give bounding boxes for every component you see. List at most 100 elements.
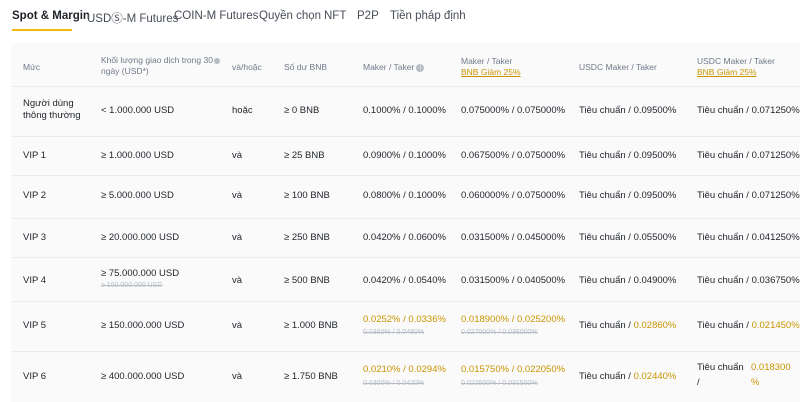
row-usdc-bnb-value: 0.018300 — [751, 362, 791, 373]
row-maker-taker-bnb: 0.031500% / 0.045000% — [461, 232, 566, 243]
usdc-bnb-label: Tiêu chuẩn — [697, 105, 744, 116]
row-usdc: Tiêu chuẩn / 0.09500% — [579, 190, 677, 201]
row-usdc-bnb: Tiêu chuẩn / 0.036750% — [697, 275, 800, 286]
header-level: Mức — [23, 62, 41, 72]
header-bnb-balance: Số dư BNB — [284, 62, 328, 72]
row-bnb: ≥ 1.000 BNB — [284, 320, 338, 331]
row-level: VIP 2 — [23, 190, 47, 201]
usdc-label: Tiêu chuẩn — [579, 232, 626, 243]
row-level: VIP 6 — [23, 371, 47, 382]
row-maker-taker-bnb: 0.018900% / 0.025200% — [461, 314, 566, 325]
usdc-label: Tiêu chuẩn — [579, 371, 626, 382]
usdc-bnb-value: 0.071250% — [751, 190, 800, 201]
row-usdc-bnb: Tiêu chuẩn / 0.071250% — [697, 150, 800, 161]
row-usdc: Tiêu chuẩn / 0.09500% — [579, 150, 677, 161]
row-level: Người dùng thông thường — [23, 98, 81, 121]
header-usdc-maker-taker-bnb: USDC Maker / Taker BNB Giảm 25% — [697, 56, 775, 78]
row-andor: và — [232, 150, 243, 161]
row-volume: ≥ 150.000.000 USD — [101, 320, 185, 331]
table-row: VIP 4 ≥ 75.000.000 USD ≥ 100.000.000 USD… — [11, 257, 800, 301]
row-volume: ≥ 400.000.000 USD — [101, 371, 185, 382]
row-maker-taker-bnb: 0.060000% / 0.075000% — [461, 190, 566, 201]
table-row: VIP 3 ≥ 20.000.000 USD và ≥ 250 BNB 0.04… — [11, 218, 800, 257]
row-usdc: Tiêu chuẩn / 0.02860% — [579, 320, 677, 331]
row-usdc-bnb: Tiêu chuẩn / 0.021450% — [697, 320, 800, 331]
row-bnb: ≥ 100 BNB — [284, 190, 330, 201]
usdc-value: 0.09500% — [633, 105, 677, 116]
fee-tabs: Spot & Margin USDⓈ-M Futures COIN-M Futu… — [0, 0, 800, 34]
row-level: VIP 5 — [23, 320, 47, 331]
row-maker-taker: 0.0252% / 0.0336% — [363, 314, 446, 325]
header-andor: và/hoặc — [232, 62, 262, 72]
header-volume: Khối lượng giao dịch trong 30 ngày (USD*… — [101, 55, 220, 77]
table-row: VIP 6 ≥ 400.000.000 USD và ≥ 1.750 BNB 0… — [11, 351, 800, 402]
row-usdc-bnb: Tiêu chuẩn / 0.071250% — [697, 190, 800, 201]
row-bnb: ≥ 250 BNB — [284, 232, 330, 243]
header-volume-line2: ngày (USD*) — [101, 66, 149, 76]
row-maker-taker-bnb-old: 0.027000% / 0.036000% — [461, 329, 538, 336]
row-maker-taker-bnb: 0.067500% / 0.075000% — [461, 150, 566, 161]
usdc-label: Tiêu chuẩn — [579, 275, 626, 286]
row-usdc: Tiêu chuẩn / 0.04900% — [579, 275, 677, 286]
tab-options[interactable]: Quyền chọn — [259, 10, 321, 22]
row-maker-taker: 0.1000% / 0.1000% — [363, 105, 446, 116]
tab-nft[interactable]: NFT — [324, 10, 346, 22]
row-level: VIP 4 — [23, 275, 47, 286]
row-maker-taker: 0.0420% / 0.0600% — [363, 232, 446, 243]
tab-fiat[interactable]: Tiền pháp định — [390, 10, 466, 22]
usdc-bnb-value: 0.036750% — [751, 275, 800, 286]
row-andor: và — [232, 371, 243, 382]
usdc-value: 0.02860% — [633, 320, 677, 331]
row-maker-taker: 0.0800% / 0.1000% — [363, 190, 446, 201]
header-maker-taker-bnb-label: Maker / Taker — [461, 56, 513, 66]
row-andor: và — [232, 190, 243, 201]
header-usdc-maker-taker: USDC Maker / Taker — [579, 62, 657, 72]
row-usdc: Tiêu chuẩn / 0.09500% — [579, 105, 677, 116]
row-maker-taker-bnb: 0.015750% / 0.022050% — [461, 364, 566, 375]
usdc-label: Tiêu chuẩn — [579, 150, 626, 161]
header-volume-line1: Khối lượng giao dịch trong 30 — [101, 55, 213, 65]
usdc-bnb-value: 0.071250% — [751, 150, 800, 161]
tab-spot-margin[interactable]: Spot & Margin — [12, 10, 90, 22]
table-row: VIP 5 ≥ 150.000.000 USD và ≥ 1.000 BNB 0… — [11, 301, 800, 351]
row-usdc: Tiêu chuẩn / 0.05500% — [579, 232, 677, 243]
row-bnb: ≥ 0 BNB — [284, 105, 320, 116]
header-maker-taker-label: Maker / Taker — [363, 62, 415, 72]
usdc-bnb-label: Tiêu chuẩn — [697, 232, 744, 243]
row-bnb: ≥ 25 BNB — [284, 150, 325, 161]
row-volume: ≥ 1.000.000 USD — [101, 150, 174, 161]
header-usdc-bnb-label: USDC Maker / Taker — [697, 56, 775, 66]
row-andor: hoặc — [232, 105, 253, 116]
row-usdc-bnb: Tiêu chuẩn / 0.071250% — [697, 105, 800, 116]
usdc-value: 0.02440% — [633, 371, 677, 382]
usdc-bnb-label: Tiêu chuẩn — [697, 275, 744, 286]
row-maker-taker: 0.0900% / 0.1000% — [363, 150, 446, 161]
row-andor: và — [232, 320, 243, 331]
header-maker-taker: Maker / Taker i — [363, 62, 425, 73]
tab-usds-m-futures[interactable]: USDⓈ-M Futures — [87, 10, 178, 26]
tab-coin-m-futures[interactable]: COIN-M Futures — [174, 10, 258, 22]
row-andor: và — [232, 275, 243, 286]
row-maker-taker: 0.0210% / 0.0294% — [363, 364, 446, 375]
usdc-bnb-label: Tiêu chuẩn — [697, 150, 744, 161]
info-icon[interactable] — [213, 57, 220, 64]
usdc-value: 0.04900% — [633, 275, 677, 286]
usdc-bnb-value: 0.021450% — [751, 320, 800, 331]
fee-table: Mức Khối lượng giao dịch trong 30 ngày (… — [11, 43, 800, 402]
row-volume: ≥ 20.000.000 USD — [101, 232, 180, 243]
usdc-bnb-discount-link[interactable]: BNB Giảm 25% — [697, 67, 757, 77]
tab-p2p[interactable]: P2P — [357, 10, 379, 22]
table-row: VIP 2 ≥ 5.000.000 USD và ≥ 100 BNB 0.080… — [11, 175, 800, 218]
info-icon[interactable]: i — [416, 63, 425, 72]
row-maker-taker: 0.0420% / 0.0540% — [363, 275, 446, 286]
row-volume: ≥ 75.000.000 USD — [101, 268, 180, 279]
usdc-value: 0.09500% — [633, 150, 677, 161]
bnb-discount-link[interactable]: BNB Giảm 25% — [461, 67, 521, 77]
row-maker-taker-bnb: 0.031500% / 0.040500% — [461, 275, 566, 286]
usdc-label: Tiêu chuẩn — [579, 105, 626, 116]
usdc-bnb-value: 0.041250% — [751, 232, 800, 243]
row-level: VIP 3 — [23, 232, 47, 243]
usdc-value: 0.09500% — [633, 190, 677, 201]
usdc-label: Tiêu chuẩn — [579, 320, 626, 331]
table-header: Mức Khối lượng giao dịch trong 30 ngày (… — [11, 43, 800, 86]
